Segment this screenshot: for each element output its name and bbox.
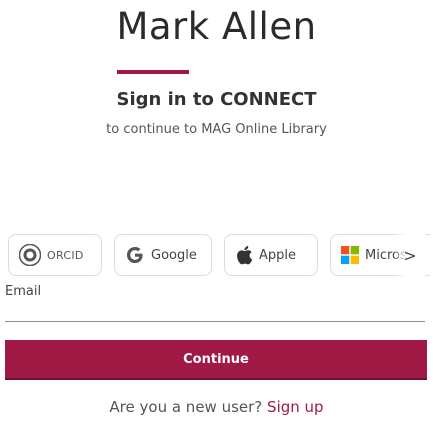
brand-underline — [117, 70, 189, 74]
signup-link[interactable]: Sign up — [267, 398, 324, 416]
email-label: Email — [5, 284, 42, 299]
orcid-signin-button[interactable]: ORCID — [8, 234, 102, 276]
microsoft-icon — [341, 246, 359, 264]
brand-title: Mark Allen — [116, 5, 317, 48]
more-providers-arrow[interactable]: > — [395, 234, 425, 276]
google-label: Google — [151, 247, 197, 263]
google-signin-button[interactable]: Google — [114, 234, 212, 276]
google-icon — [125, 245, 145, 265]
orcid-label: ORCID — [47, 248, 84, 262]
apple-signin-button[interactable]: Apple — [224, 234, 318, 276]
apple-label: Apple — [259, 247, 297, 263]
apple-icon — [235, 245, 253, 265]
signin-heading: Sign in to CONNECT — [116, 89, 317, 110]
signin-subheading: to continue to MAG Online Library — [106, 122, 327, 137]
email-input[interactable] — [5, 300, 425, 322]
signup-prompt: Are you a new user? — [109, 398, 263, 416]
continue-button[interactable]: Continue — [5, 340, 427, 380]
signup-line: Are you a new user? Sign up — [0, 398, 433, 416]
orcid-icon — [19, 244, 41, 266]
provider-row: ORCID Google Apple Micros — [8, 234, 430, 278]
